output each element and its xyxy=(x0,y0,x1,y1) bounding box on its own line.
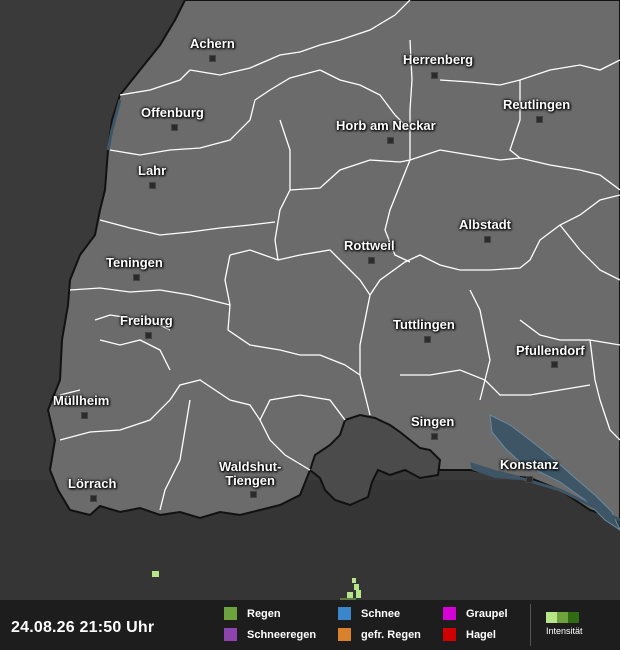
city-marker-konstanz xyxy=(526,476,533,483)
city-label-singen: Singen xyxy=(411,414,455,429)
city-label-tuttlingen: Tuttlingen xyxy=(393,317,455,332)
legend-label: Schnee xyxy=(361,607,401,620)
city-marker-loerrach xyxy=(90,495,97,502)
regen-swatch xyxy=(224,607,237,620)
city-label-konstanz: Konstanz xyxy=(500,457,559,472)
legend-label: gefr. Regen xyxy=(361,628,421,641)
legend-label: Hagel xyxy=(466,628,496,641)
city-label-albstadt: Albstadt xyxy=(459,217,511,232)
city-marker-offenburg xyxy=(171,124,178,131)
city-marker-achern xyxy=(209,55,216,62)
city-marker-pfullendorf xyxy=(551,361,558,368)
city-label-pfullendorf: Pfullendorf xyxy=(516,343,585,358)
intensity-label: Intensität xyxy=(546,626,583,636)
city-label-waldshut-line1: Waldshut- xyxy=(219,459,282,474)
intensity-high-swatch xyxy=(568,612,579,623)
city-label-loerrach: Lörrach xyxy=(68,476,117,491)
intensity-mid-swatch xyxy=(557,612,568,623)
city-marker-muellheim xyxy=(81,412,88,419)
radar-timestamp: 24.08.26 21:50 Uhr xyxy=(11,619,155,636)
intensity-scale: Intensität xyxy=(546,612,583,636)
city-marker-waldshut-tiengen xyxy=(250,491,257,498)
city-marker-albstadt xyxy=(484,236,491,243)
city-label-achern: Achern xyxy=(190,36,235,51)
city-label-muellheim: Müllheim xyxy=(53,393,110,408)
graupel-swatch xyxy=(443,607,456,620)
city-marker-lahr xyxy=(149,182,156,189)
city-label-reutlingen: Reutlingen xyxy=(503,97,571,112)
gefr-regen-swatch xyxy=(338,628,351,641)
city-marker-herrenberg xyxy=(431,72,438,79)
legend-item-regen: Regen xyxy=(224,607,281,620)
city-marker-tuttlingen xyxy=(424,336,431,343)
hagel-swatch xyxy=(443,628,456,641)
legend-label: Regen xyxy=(247,607,281,620)
legend-item-graupel: Graupel xyxy=(443,607,508,620)
legend-divider xyxy=(530,604,531,646)
city-label-lahr: Lahr xyxy=(138,163,167,178)
city-label-teningen: Teningen xyxy=(106,255,163,270)
city-marker-horb xyxy=(387,137,394,144)
legend-item-schnee: Schnee xyxy=(338,607,400,620)
intensity-low-swatch xyxy=(546,612,557,623)
city-marker-rottweil xyxy=(368,257,375,264)
schnee-swatch xyxy=(338,607,351,620)
city-marker-freiburg xyxy=(145,332,152,339)
legend-label: Graupel xyxy=(466,607,508,620)
city-label-herrenberg: Herrenberg xyxy=(403,52,474,67)
city-marker-teningen xyxy=(133,274,140,281)
schneeregen-swatch xyxy=(224,628,237,641)
legend-item-hagel: Hagel xyxy=(443,628,496,641)
city-label-freiburg: Freiburg xyxy=(120,313,173,328)
city-label-horb: Horb am Neckar xyxy=(336,118,436,133)
city-label-rottweil: Rottweil xyxy=(344,238,395,253)
legend-bar: 24.08.26 21:50 Uhr Regen Schneeregen Sch… xyxy=(0,600,620,650)
city-label-waldshut-line2: Tiengen xyxy=(225,473,275,488)
legend-item-schneeregen: Schneeregen xyxy=(224,628,316,641)
legend-label: Schneeregen xyxy=(247,628,317,641)
city-marker-reutlingen xyxy=(536,116,543,123)
city-label-offenburg: Offenburg xyxy=(141,105,204,120)
city-marker-singen xyxy=(431,433,438,440)
intensity-swatches xyxy=(546,612,583,623)
legend-item-gefr-regen: gefr. Regen xyxy=(338,628,421,641)
city-label-waldshut-tiengen: Waldshut- Tiengen xyxy=(219,460,281,488)
